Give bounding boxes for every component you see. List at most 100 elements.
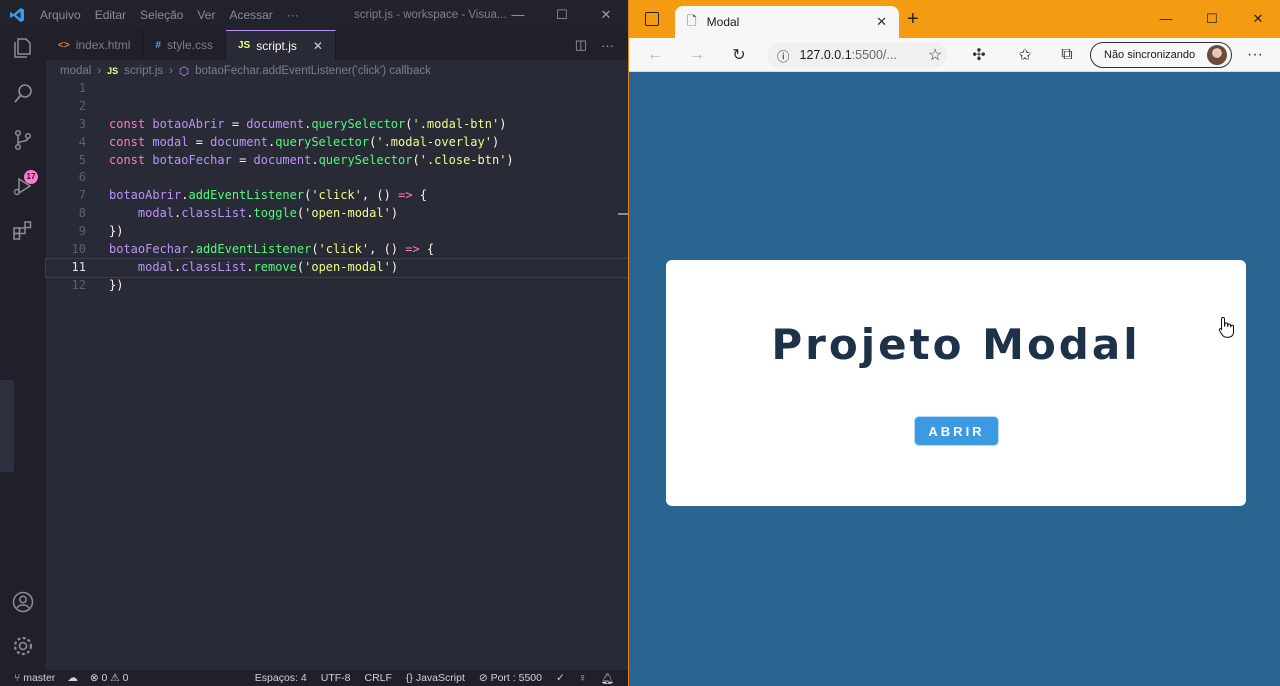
code-token: classList [181,206,247,221]
collections-icon[interactable]: ⧉ [1057,45,1077,65]
breadcrumb-folder[interactable]: modal [60,65,91,77]
menu-selecao[interactable]: Seleção [140,8,183,22]
menu-editar[interactable]: Editar [95,8,126,22]
code-editor[interactable]: 1 2 3 const botaoAbrir = document.querySele… [45,80,629,670]
close-icon[interactable]: ✕ [1235,0,1280,38]
eol-status[interactable]: CRLF [364,672,391,685]
code-token: addEventListener [195,242,312,257]
code-line[interactable]: 11 modal.classList.remove('open-modal') [45,257,629,278]
code-line[interactable]: 9}) [46,223,628,241]
code-token: . [246,206,254,221]
scrollbar-marker[interactable] [618,213,628,215]
run-debug-icon[interactable] [9,172,37,200]
code-line[interactable]: 5 const botaoFechar = document.querySelec… [46,152,628,170]
tab-index-html[interactable]: <> index.html [46,30,144,60]
branch-status[interactable]: ⑂ master [14,672,55,684]
address-rest: :5500/... [851,48,897,62]
code-token: const [109,116,153,131]
code-line[interactable]: 8 modal.classList.toggle('open-modal') [46,205,628,223]
code-line[interactable]: 6 [46,169,628,187]
code-token: , () [361,188,399,203]
sync-label: Não sincronizando [1104,49,1196,61]
menu-arquivo[interactable]: Arquivo [40,8,81,22]
refresh-icon[interactable]: ↻ [729,45,749,65]
more-menu-icon[interactable]: ··· [1245,45,1265,65]
tab-actions-icon[interactable] [645,12,659,26]
sidebar-sash[interactable] [0,380,14,472]
menu-acessar[interactable]: Acessar [229,8,272,22]
line-number: 1 [78,81,86,95]
forward-icon[interactable]: → [687,45,707,65]
css-file-icon: # [155,39,161,51]
code-token: = [188,134,211,149]
code-token: ) [506,152,514,167]
code-line[interactable]: 10 botaoFechar.addEventListener('click', … [46,241,628,259]
sync-icon[interactable]: ☁ [67,672,78,684]
code-line[interactable]: 1 [46,80,628,98]
encoding-status[interactable]: UTF-8 [321,672,351,685]
menu-ver[interactable]: Ver [197,8,215,22]
search-icon[interactable] [9,80,37,108]
maximize-icon[interactable]: ☐ [540,0,584,30]
explorer-icon[interactable] [9,34,37,62]
breadcrumb-symbol[interactable]: botaoFechar.addEventListener('click') ca… [195,65,431,77]
indent-status[interactable]: Espaços: 4 [255,672,307,685]
new-tab-icon[interactable]: + [907,8,919,31]
browser-tab-title: Modal [706,15,740,29]
maximize-icon[interactable]: ☐ [1189,0,1235,38]
code-line[interactable]: 2 [46,98,628,116]
minimize-icon[interactable]: — [1143,0,1189,38]
code-token: modal [137,206,175,221]
profile-sync-button[interactable]: Não sincronizando [1090,42,1232,68]
tab-close-icon[interactable]: ✕ [313,39,323,53]
favorite-add-icon[interactable]: ☆ [925,45,945,65]
tab-close-icon[interactable]: ✕ [876,14,887,30]
tab-style-css[interactable]: # style.css [143,30,226,60]
line-text: botaoFechar.addEventListener('click', ()… [109,241,434,259]
browser-titlebar: 🗋 Modal ✕ + — ☐ ✕ [629,0,1280,38]
extensions-icon[interactable]: ✣ [969,45,989,65]
tab-label: index.html [75,38,131,52]
line-number: 4 [78,134,86,149]
source-control-icon[interactable] [9,126,37,154]
code-token: . [246,259,254,274]
open-modal-button[interactable]: ABRIR [914,416,999,446]
tab-label: style.css [166,38,213,52]
favorites-icon[interactable]: ✩ [1015,45,1035,65]
line-number: 6 [78,170,86,185]
line-number: 8 [78,206,86,221]
back-icon[interactable]: ← [645,45,665,65]
code-token: 'open-modal' [304,206,391,221]
code-token: 'open-modal' [304,259,391,274]
browser-tab[interactable]: 🗋 Modal ✕ [675,6,899,38]
more-actions-icon[interactable]: ··· [601,38,614,53]
language-status[interactable]: {} JavaScript [406,672,465,685]
settings-gear-icon[interactable] [9,632,37,660]
line-number: 11 [71,259,86,274]
close-icon[interactable]: ✕ [584,0,628,30]
code-token: => [405,242,420,257]
tab-label: script.js [256,38,297,53]
page-icon: 🗋 [687,13,697,28]
bell-icon[interactable]: 🔔︎ [601,672,614,685]
editor-actions: ◫ ··· [575,30,614,60]
problems-status[interactable]: ⊗ 0 ⚠ 0 [90,672,129,684]
minimize-icon[interactable]: — [496,0,540,30]
code-line[interactable]: 7 botaoAbrir.addEventListener('click', ()… [46,187,628,205]
line-number: 12 [71,277,86,292]
live-server-status[interactable]: ⊘ Port : 5500 [479,672,542,685]
account-icon[interactable] [9,588,37,616]
formatter-icon[interactable]: ✓ [556,672,565,685]
breadcrumb-file[interactable]: script.js [124,65,163,77]
code-line[interactable]: 12}) [46,277,628,295]
extensions-icon[interactable] [9,216,37,244]
code-line[interactable]: 4 const modal = document.querySelector('.… [46,134,628,152]
line-text: }) [109,223,123,241]
line-text: const modal = document.querySelector('.m… [109,134,499,152]
feedback-icon[interactable]: ♀ [579,672,587,685]
menu-more[interactable]: ··· [287,8,299,22]
code-line[interactable]: 3 const botaoAbrir = document.querySelect… [46,116,628,134]
split-editor-icon[interactable]: ◫ [575,37,587,53]
address-bar[interactable]: ⓘ 127.0.0.1:5500/... [767,42,947,68]
tab-script-js[interactable]: JS script.js ✕ [225,30,336,60]
